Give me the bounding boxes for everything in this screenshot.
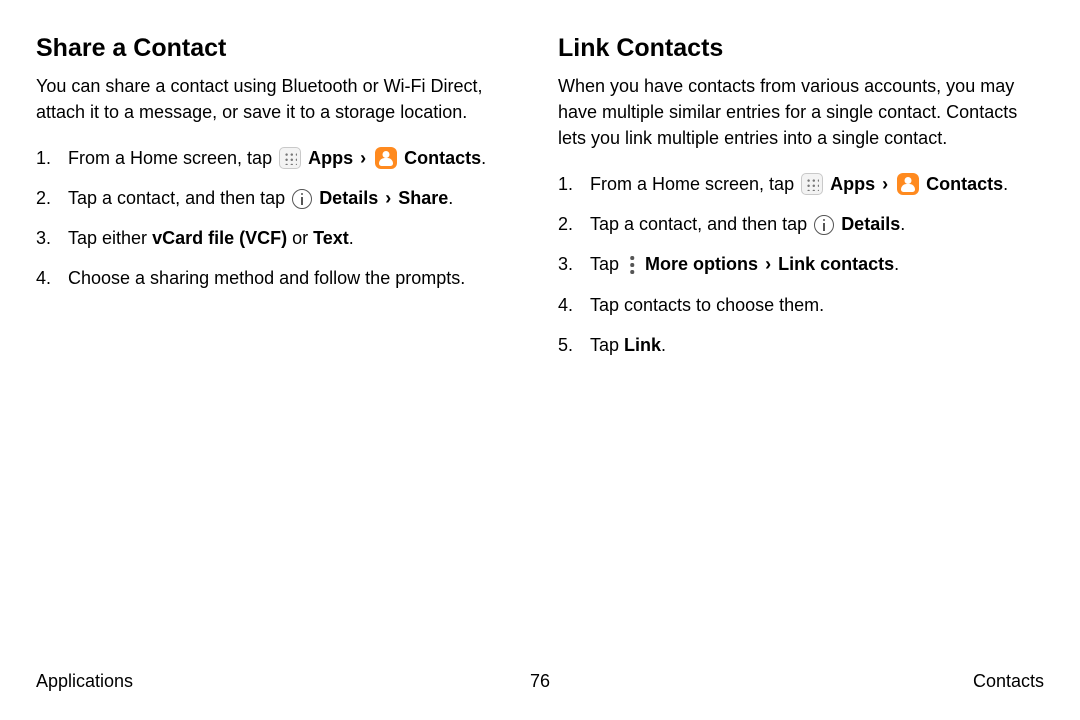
apps-label: Apps: [308, 148, 353, 168]
chevron-right-icon: ›: [880, 174, 890, 194]
contacts-label: Contacts: [404, 148, 481, 168]
list-item: Tap More options › Link contacts.: [558, 251, 1044, 277]
info-icon: [292, 189, 312, 209]
link-contacts-section: Link Contacts When you have contacts fro…: [558, 34, 1044, 372]
page-footer: Applications 76 Contacts: [36, 671, 1044, 692]
section-heading: Share a Contact: [36, 34, 522, 63]
contacts-icon: [375, 147, 397, 169]
contacts-label: Contacts: [926, 174, 1003, 194]
list-item: Tap contacts to choose them.: [558, 292, 1044, 318]
list-item: Tap either vCard file (VCF) or Text.: [36, 225, 522, 251]
section-intro: When you have contacts from various acco…: [558, 73, 1044, 151]
share-label: Share: [398, 188, 448, 208]
contacts-icon: [897, 173, 919, 195]
details-label: Details: [319, 188, 378, 208]
apps-icon: [801, 173, 823, 195]
list-item: Choose a sharing method and follow the p…: [36, 265, 522, 291]
list-item: Tap a contact, and then tap Details.: [558, 211, 1044, 237]
chevron-right-icon: ›: [383, 188, 393, 208]
list-item: Tap a contact, and then tap Details › Sh…: [36, 185, 522, 211]
link-contacts-label: Link contacts: [778, 254, 894, 274]
steps-list: From a Home screen, tap Apps › Contacts.…: [558, 171, 1044, 357]
apps-icon: [279, 147, 301, 169]
more-options-label: More options: [645, 254, 758, 274]
list-item: Tap Link.: [558, 332, 1044, 358]
info-icon: [814, 215, 834, 235]
chevron-right-icon: ›: [763, 254, 773, 274]
footer-left: Applications: [36, 671, 133, 692]
list-item: From a Home screen, tap Apps › Contacts.: [558, 171, 1044, 197]
section-heading: Link Contacts: [558, 34, 1044, 63]
details-label: Details: [841, 214, 900, 234]
footer-right: Contacts: [973, 671, 1044, 692]
page-number: 76: [530, 671, 550, 692]
list-item: From a Home screen, tap Apps › Contacts.: [36, 145, 522, 171]
apps-label: Apps: [830, 174, 875, 194]
share-a-contact-section: Share a Contact You can share a contact …: [36, 34, 522, 372]
more-options-icon: [626, 255, 638, 275]
section-intro: You can share a contact using Bluetooth …: [36, 73, 522, 125]
steps-list: From a Home screen, tap Apps › Contacts.…: [36, 145, 522, 291]
chevron-right-icon: ›: [358, 148, 368, 168]
